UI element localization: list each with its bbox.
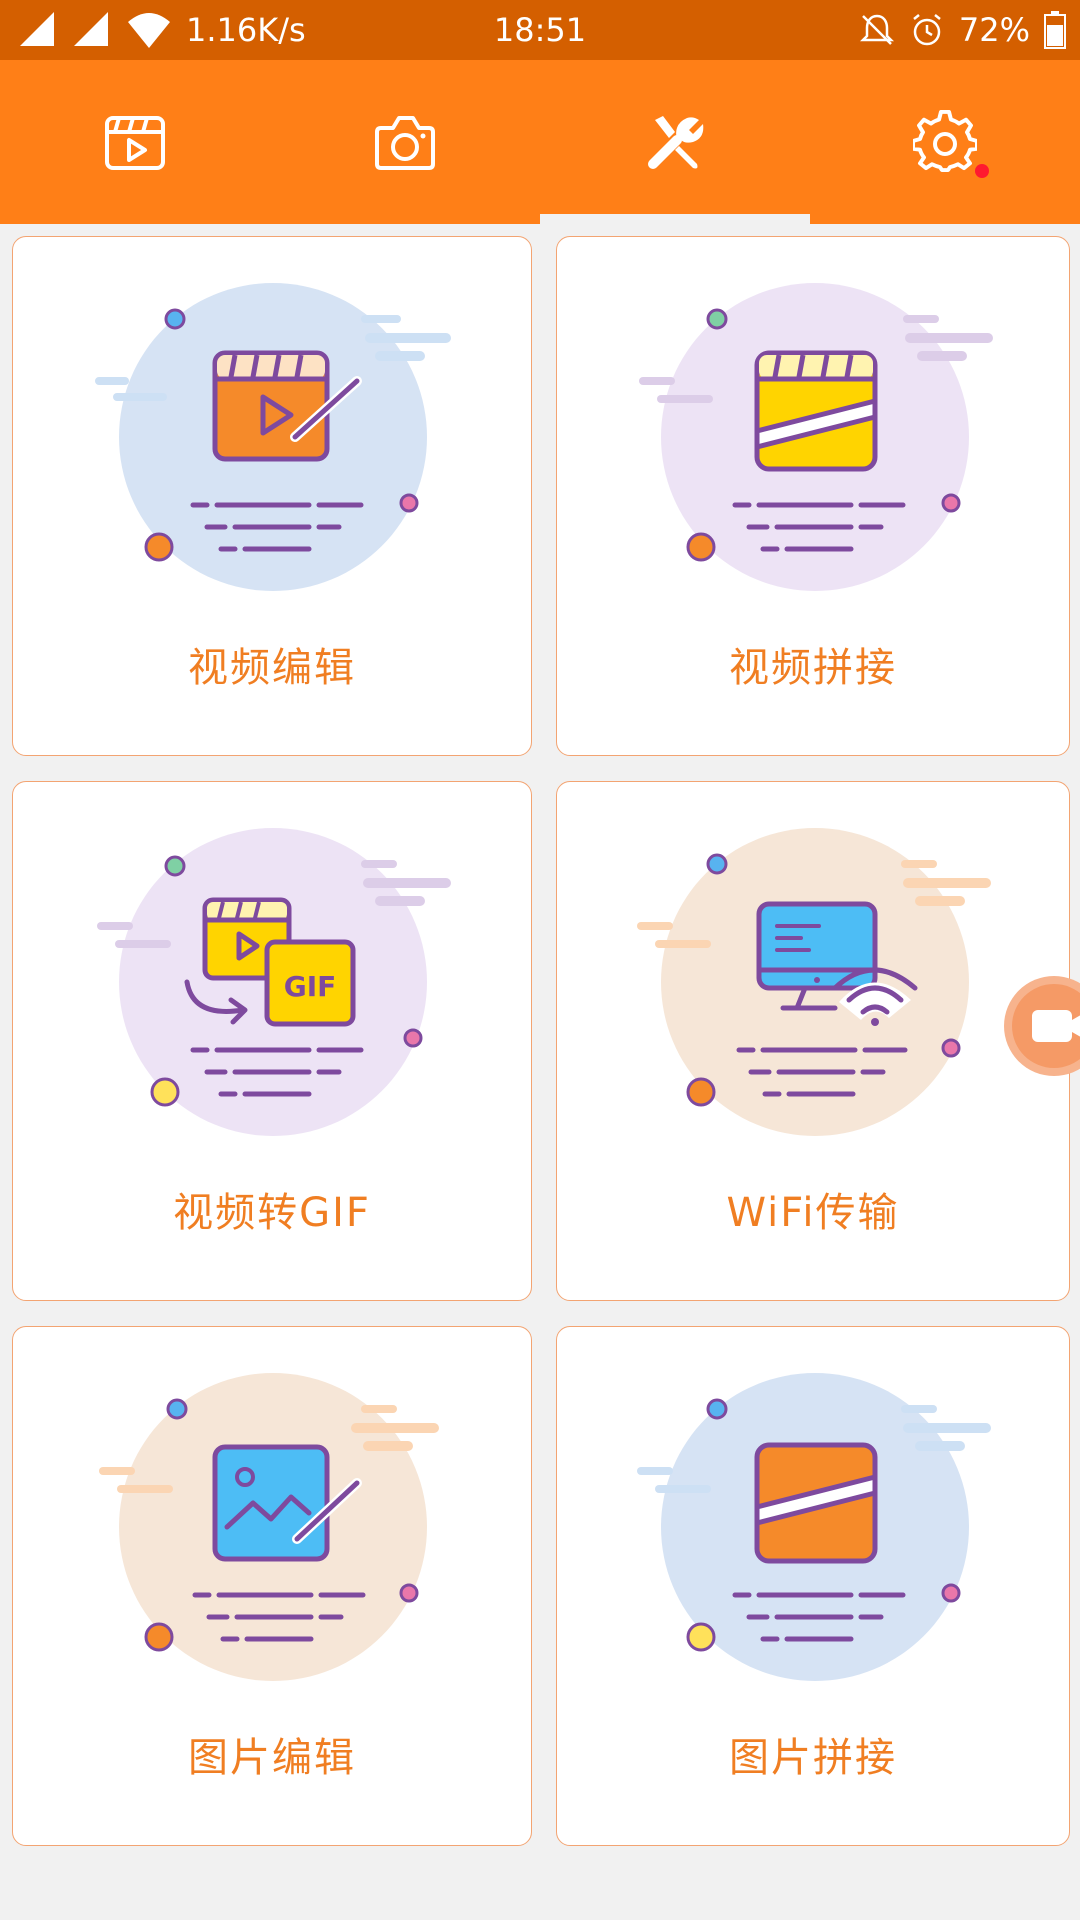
wifi-transfer-icon xyxy=(637,828,991,1136)
tools-icon xyxy=(648,116,704,169)
card-label: 视频拼接 xyxy=(729,645,897,691)
status-right: 72% xyxy=(859,0,1066,60)
camera-icon xyxy=(375,116,435,170)
battery-percent: 72% xyxy=(958,11,1030,49)
image-merge-icon xyxy=(637,1373,991,1681)
gear-icon xyxy=(913,110,977,173)
settings-badge-dot xyxy=(975,164,989,178)
card-label: 图片编辑 xyxy=(188,1735,356,1781)
alarm-icon xyxy=(913,14,941,46)
bell-muted-icon xyxy=(859,14,894,45)
card-label: 视频转GIF xyxy=(173,1190,371,1236)
video-edit-icon xyxy=(95,283,451,591)
card-video-edit[interactable]: 视频编辑 xyxy=(12,236,532,756)
top-tab-bar xyxy=(0,60,1080,224)
tab-tools[interactable] xyxy=(540,60,810,224)
card-video-to-gif[interactable]: GIF 视频转GIF xyxy=(12,781,532,1301)
tab-video-list[interactable] xyxy=(0,60,270,224)
video-clapper-icon xyxy=(105,116,165,170)
tab-camera[interactable] xyxy=(270,60,540,224)
card-image-merge[interactable]: 图片拼接 xyxy=(556,1326,1070,1846)
floating-record-inner xyxy=(1012,984,1080,1068)
tab-settings[interactable] xyxy=(810,60,1080,224)
video-merge-icon xyxy=(639,283,993,591)
tab-selected-indicator xyxy=(540,214,810,224)
card-label: WiFi传输 xyxy=(726,1190,900,1236)
image-edit-icon xyxy=(99,1373,439,1681)
card-wifi-transfer[interactable]: WiFi传输 xyxy=(556,781,1070,1301)
battery-icon xyxy=(1044,11,1066,49)
card-label: 图片拼接 xyxy=(729,1735,897,1781)
card-video-merge[interactable]: 视频拼接 xyxy=(556,236,1070,756)
video-to-gif-icon: GIF xyxy=(97,828,451,1136)
gif-badge-text: GIF xyxy=(284,970,337,1003)
video-camera-icon xyxy=(1032,1010,1080,1042)
card-image-edit[interactable]: 图片编辑 xyxy=(12,1326,532,1846)
card-label: 视频编辑 xyxy=(188,645,356,691)
status-bar: 1.16K/s 18:51 72% xyxy=(0,0,1080,60)
